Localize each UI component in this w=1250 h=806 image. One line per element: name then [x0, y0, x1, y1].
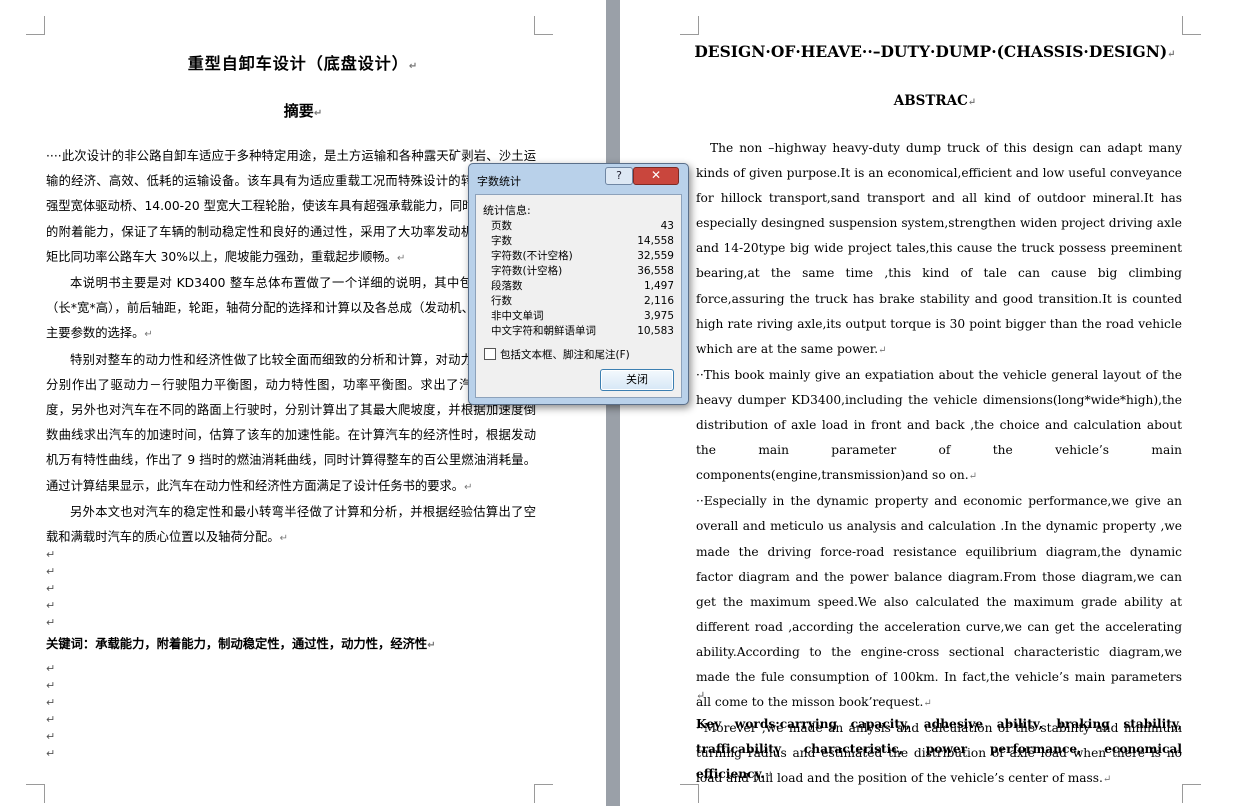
crop-mark: [680, 16, 699, 35]
close-icon: ✕: [650, 168, 662, 182]
statistics-table: 页数 43 字数 14,558 字符数(不计空格) 32,559 字符数(计空格) 36…: [491, 219, 674, 339]
paragraph: 特别对整车的动力性和经济性做了比较全面而细致的分析和计算，对动力性计算时，分别作…: [46, 352, 536, 493]
empty-paragraph: ↵: [696, 689, 706, 702]
statistics-label: 统计信息:: [483, 204, 531, 217]
document-title-english: DESIGN·OF·HEAVE··–DUTY·DUMP·(CHASSIS·DES…: [694, 42, 1176, 61]
crop-mark: [534, 16, 553, 35]
crop-mark: [1182, 16, 1201, 35]
stat-row: 行数 2,116: [491, 295, 674, 307]
keywords-line-english: Key words:carrying capacity, adhesive ab…: [696, 717, 1182, 781]
empty-paragraphs: ↵ ↵ ↵ ↵ ↵: [46, 548, 56, 629]
dialog-titlebar[interactable]: 字数统计 ? ✕: [469, 164, 688, 194]
abstract-heading-english: ABSTRAC↵: [893, 93, 977, 109]
abstract-body: ····此次设计的非公路自卸车适应于多种特定用途，是土方运输和各种露天矿剥岩、沙…: [46, 144, 536, 551]
crop-mark: [26, 16, 45, 35]
paragraph: ··Especially in the dynamic property and…: [696, 494, 1182, 710]
help-button[interactable]: ?: [605, 167, 633, 185]
paragraph: 另外本文也对汽车的稳定性和最小转弯半径做了计算和分析，并根据经验估算出了空载和满…: [46, 504, 536, 545]
keywords-line: 关键词：承载能力，附着能力，制动稳定性，通过性，动力性，经济性↵: [46, 637, 436, 651]
help-icon: ?: [616, 169, 622, 182]
empty-paragraphs: ↵ ↵ ↵ ↵ ↵ ↵: [46, 662, 56, 760]
stat-row: 非中文单词 3,975: [491, 310, 674, 322]
stat-row: 字符数(计空格) 36,558: [491, 265, 674, 277]
word-count-dialog[interactable]: 字数统计 ? ✕ 统计信息: 页数 43 字数 14,558 字符数(不计空格) 32…: [468, 163, 689, 405]
stat-row: 字符数(不计空格) 32,559: [491, 250, 674, 262]
paragraph: The non –highway heavy-duty dump truck o…: [696, 141, 1182, 356]
checkbox-box[interactable]: [484, 348, 496, 360]
paragraph: 本说明书主要是对 KD3400 整车总体布置做了一个详细的说明，其中包括整车尺寸…: [46, 276, 536, 341]
document-page-right[interactable]: DESIGN·OF·HEAVE··–DUTY·DUMP·(CHASSIS·DES…: [620, 0, 1250, 806]
crop-mark: [26, 784, 45, 803]
close-button[interactable]: 关闭: [600, 369, 674, 391]
abstract-heading: 摘要↵: [283, 102, 323, 120]
include-textboxes-checkbox[interactable]: 包括文本框、脚注和尾注(F): [484, 347, 630, 362]
stat-row: 中文字符和朝鲜语单词 10,583: [491, 325, 674, 337]
crop-mark: [534, 784, 553, 803]
crop-mark: [1182, 784, 1201, 803]
stat-row: 页数 43: [491, 220, 674, 232]
dialog-title: 字数统计: [477, 175, 521, 188]
stat-row: 段落数 1,497: [491, 280, 674, 292]
abstract-body-english: The non –highway heavy-duty dump truck o…: [696, 136, 1182, 792]
close-window-button[interactable]: ✕: [633, 167, 679, 185]
paragraph: ··This book mainly give an expatiation a…: [696, 367, 1182, 483]
paragraph: ····此次设计的非公路自卸车适应于多种特定用途，是土方运输和各种露天矿剥岩、沙…: [46, 149, 536, 264]
document-title: 重型自卸车设计（底盘设计）↵: [187, 54, 419, 73]
stat-row: 字数 14,558: [491, 235, 674, 247]
dialog-body: 统计信息: 页数 43 字数 14,558 字符数(不计空格) 32,559 字符数(…: [475, 194, 682, 398]
